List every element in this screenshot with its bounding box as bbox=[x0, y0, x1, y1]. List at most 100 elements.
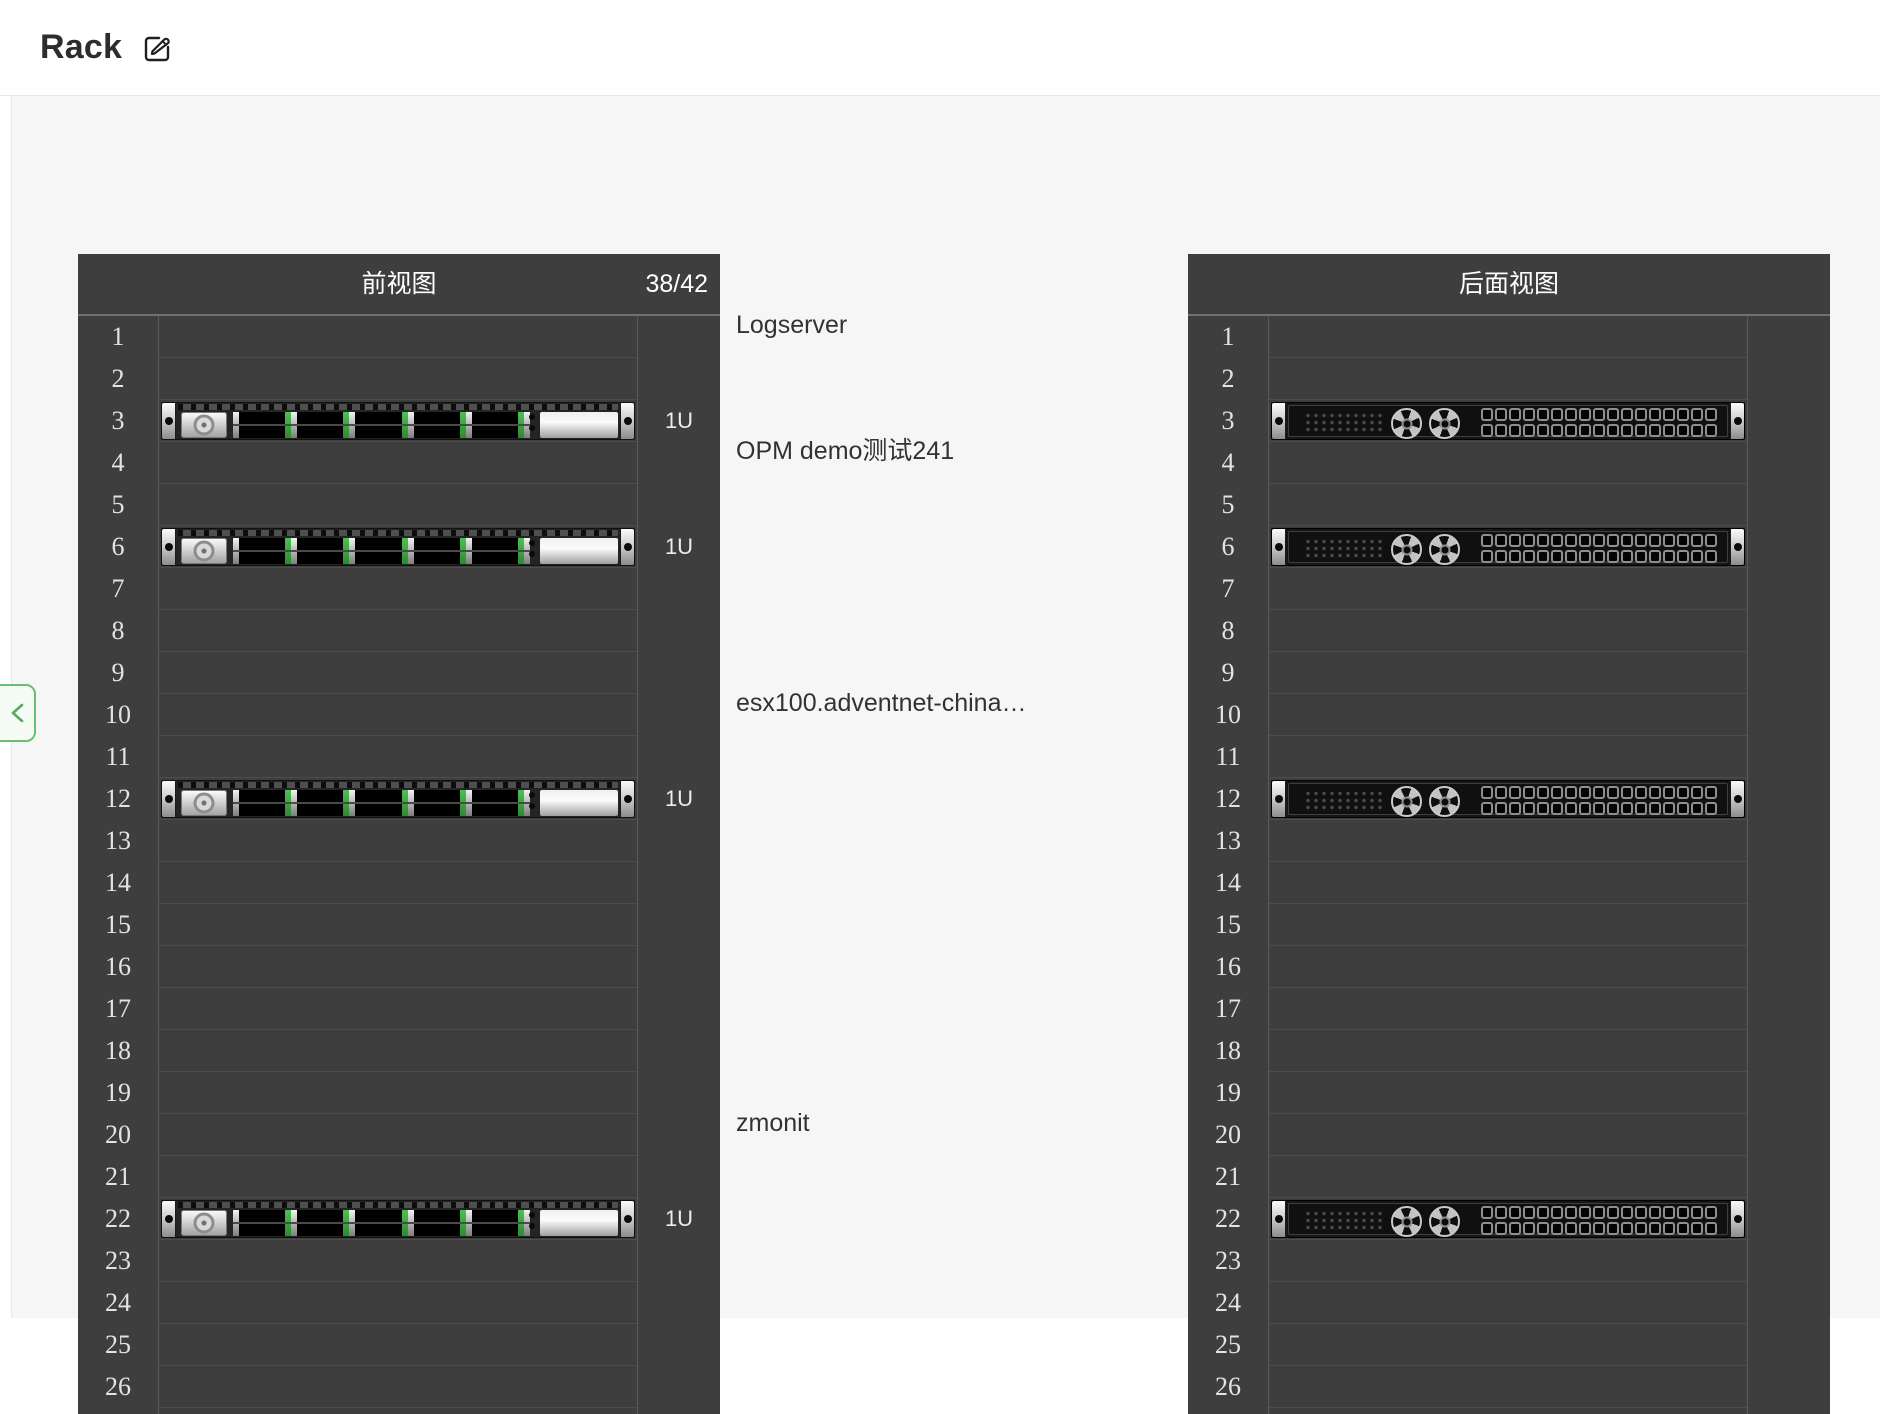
rear-rack-body: 1 2 3 4 5 6 7 8 9 10 11 12 13 14 15 16 17 18 19 20 21 22 23 24 2… bbox=[1188, 316, 1830, 1414]
rack-slot-row bbox=[1269, 1114, 1747, 1156]
front-server-slot-12[interactable] bbox=[161, 780, 635, 818]
rear-port bbox=[1607, 424, 1619, 437]
rear-server-slot-12[interactable] bbox=[1271, 780, 1745, 818]
rack-slot-row bbox=[1269, 316, 1747, 358]
server-left-ear bbox=[162, 781, 176, 817]
rack-slot-row bbox=[159, 1324, 637, 1366]
front-server-slot-6[interactable] bbox=[161, 528, 635, 566]
server-right-ear bbox=[1730, 403, 1744, 439]
slot-number: 3 bbox=[1221, 406, 1235, 435]
server-right-ear bbox=[620, 781, 634, 817]
server-front-face bbox=[176, 781, 620, 817]
server-front-face bbox=[176, 403, 620, 439]
rack-slot-row bbox=[159, 1408, 637, 1414]
rear-port bbox=[1509, 408, 1521, 421]
fan-icon bbox=[1391, 408, 1422, 439]
rear-port bbox=[1705, 424, 1717, 437]
rear-server-slot-3[interactable] bbox=[1271, 402, 1745, 440]
rear-port bbox=[1579, 534, 1591, 547]
rear-rack-header: 后面视图 bbox=[1188, 254, 1830, 316]
front-server-slot-22[interactable] bbox=[161, 1200, 635, 1238]
rear-port bbox=[1649, 1206, 1661, 1219]
rack-slot-row bbox=[159, 568, 637, 610]
vent-strip bbox=[178, 404, 618, 410]
rear-server-slot-22[interactable] bbox=[1271, 1200, 1745, 1238]
rear-port bbox=[1565, 1222, 1577, 1235]
rear-port bbox=[1509, 1206, 1521, 1219]
rack-slot-row bbox=[1269, 1240, 1747, 1282]
rear-port bbox=[1551, 802, 1563, 815]
slot-number: 19 bbox=[1215, 1078, 1241, 1107]
rear-port bbox=[1691, 408, 1703, 421]
device-name-label: Logserver bbox=[736, 311, 848, 339]
slot-number: 1 bbox=[1221, 322, 1235, 351]
front-slot-column bbox=[159, 316, 638, 1414]
rear-port bbox=[1579, 550, 1591, 563]
server-left-ear bbox=[1272, 403, 1286, 439]
rear-port bbox=[1621, 534, 1633, 547]
rear-port bbox=[1565, 424, 1577, 437]
collapse-panel-toggle[interactable] bbox=[0, 684, 36, 742]
rear-port bbox=[1705, 786, 1717, 799]
latch-holes bbox=[529, 792, 536, 809]
rear-port bbox=[1691, 424, 1703, 437]
slot-number: 9 bbox=[111, 658, 125, 687]
rear-port bbox=[1481, 408, 1493, 421]
rear-port bbox=[1663, 786, 1675, 799]
latch-holes bbox=[529, 540, 536, 557]
rear-slot-number-column: 1 2 3 4 5 6 7 8 9 10 11 12 13 14 15 16 17 18 19 20 21 22 23 24 2… bbox=[1188, 316, 1269, 1414]
rear-port bbox=[1495, 424, 1507, 437]
fan-icon bbox=[1391, 534, 1422, 565]
rear-port bbox=[1509, 786, 1521, 799]
server-right-ear bbox=[620, 403, 634, 439]
vent-dot-matrix bbox=[1303, 1209, 1383, 1232]
rack-slot-row bbox=[159, 610, 637, 652]
optical-drive bbox=[181, 538, 227, 564]
rear-rack-panel: 后面视图 1 2 3 4 5 6 7 8 9 10 11 12 13 14 15 16 17 18 19 20 21 22… bbox=[1188, 254, 1830, 1414]
server-right-ear bbox=[620, 1201, 634, 1237]
rear-port bbox=[1635, 534, 1647, 547]
rear-port bbox=[1495, 802, 1507, 815]
fan-icon bbox=[1391, 786, 1422, 817]
rear-port bbox=[1509, 534, 1521, 547]
rear-port bbox=[1579, 786, 1591, 799]
rack-slot-row bbox=[159, 988, 637, 1030]
slot-number: 23 bbox=[1215, 1246, 1241, 1275]
fan-icon bbox=[1391, 1206, 1422, 1237]
rear-port bbox=[1495, 408, 1507, 421]
rear-port bbox=[1677, 802, 1689, 815]
rear-port bbox=[1691, 1206, 1703, 1219]
rear-port bbox=[1537, 1206, 1549, 1219]
rear-port bbox=[1509, 802, 1521, 815]
rack-slot-row bbox=[159, 904, 637, 946]
rear-server-slot-6[interactable] bbox=[1271, 528, 1745, 566]
server-left-ear bbox=[1272, 1201, 1286, 1237]
rear-port bbox=[1691, 534, 1703, 547]
slot-number: 21 bbox=[1215, 1162, 1241, 1191]
fan-icon bbox=[1429, 786, 1460, 817]
front-capacity-counter: 38/42 bbox=[645, 270, 708, 298]
rear-port bbox=[1481, 424, 1493, 437]
drive-bays bbox=[233, 538, 531, 564]
rear-port bbox=[1593, 1222, 1605, 1235]
edit-rack-button[interactable] bbox=[140, 31, 174, 65]
rear-port bbox=[1551, 1222, 1563, 1235]
rear-port bbox=[1607, 534, 1619, 547]
latch-holes bbox=[529, 1212, 536, 1229]
rear-port bbox=[1677, 424, 1689, 437]
rear-port bbox=[1509, 1222, 1521, 1235]
slot-number: 14 bbox=[1215, 868, 1241, 897]
rear-port bbox=[1649, 786, 1661, 799]
slot-number: 14 bbox=[105, 868, 131, 897]
rear-port bbox=[1621, 550, 1633, 563]
slot-number: 7 bbox=[1221, 574, 1235, 603]
front-server-slot-3[interactable] bbox=[161, 402, 635, 440]
rear-port bbox=[1495, 1206, 1507, 1219]
rear-port bbox=[1481, 802, 1493, 815]
rear-port bbox=[1523, 534, 1535, 547]
rear-port bbox=[1565, 1206, 1577, 1219]
slot-number: 13 bbox=[105, 826, 131, 855]
rear-port bbox=[1649, 1222, 1661, 1235]
port-grid bbox=[1481, 786, 1717, 815]
blank-panel bbox=[540, 538, 618, 564]
